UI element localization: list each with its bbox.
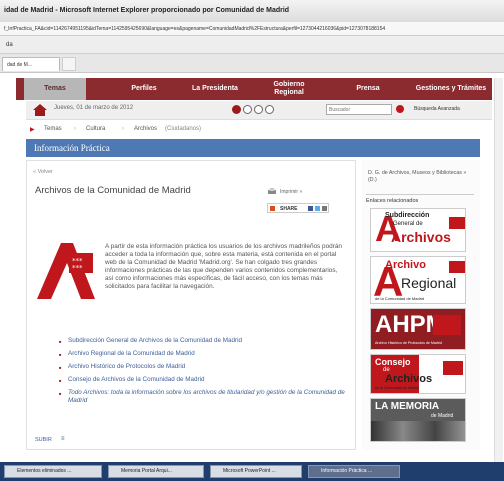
dg-archivos-link[interactable]: D. G. de Archivos, Museos y Bibliotecas … [368,170,472,184]
banner-ahpm[interactable]: AHPM Archivo Histórico de Protocolos de … [370,308,466,350]
svg-text:***: *** [72,264,83,272]
language-icon[interactable] [254,105,263,114]
taskbar-item-powerpoint[interactable]: Microsoft PowerPoint ... [210,465,302,478]
address-text[interactable]: f_InfPractica_FA&cid=1142674951195&idTem… [4,26,385,32]
accessibility-icon[interactable] [232,105,241,114]
nav-prensa[interactable]: Prensa [338,78,398,100]
nav-gestiones-tramites[interactable]: Gestiones y Trámites [412,78,490,100]
taskbar: Elementos eliminados ... Memoria Portal … [0,462,504,481]
link-consejo-archivos[interactable]: Consejo de Archivos de la Comunidad de M… [59,376,349,385]
taskbar-item-informacion[interactable]: Información Práctica ... [308,465,400,478]
breadcrumb-archivos[interactable]: Archivos [134,126,157,132]
intro-paragraph: A partir de esta información práctica lo… [105,243,342,290]
page-heading: Archivos de la Comunidad de Madrid [35,185,191,196]
right-column: D. G. de Archivos, Museos y Bibliotecas … [362,160,480,450]
banner-la-memoria[interactable]: LA MEMORIA de Madrid [370,398,466,442]
nav-temas[interactable]: Temas [24,78,86,100]
print-icon[interactable] [267,187,277,196]
breadcrumb-arrow-icon: ▶ [30,127,35,133]
madrid-flag-icon [443,361,463,375]
banner-archivo-regional[interactable]: A Archivo Regional de la Comunidad de Ma… [370,256,466,304]
share-button[interactable]: SHARE [267,203,329,213]
share-label: SHARE [280,205,298,212]
madrid-flag-icon [433,315,461,335]
links-list: Subdirección General de Archivos de la C… [59,337,349,410]
banner-subdireccion-archivos[interactable]: A Subdirección General de Archivos [370,208,466,252]
link-archivo-historico-protocolos[interactable]: Archivo Histórico de Protocolos de Madri… [59,363,349,372]
window-title-bar: idad de Madrid - Microsoft Internet Expl… [0,0,504,22]
madrid-flag-icon [449,217,465,229]
menu-item[interactable]: da [6,42,13,48]
banner-photo [371,421,465,441]
breadcrumb-separator-icon: › [74,126,76,132]
up-arrow-icon[interactable]: ≡ [61,436,65,442]
address-bar[interactable]: f_InfPractica_FA&cid=1142674951195&idTem… [0,22,504,36]
search-go-icon[interactable] [396,105,404,113]
breadcrumb-suffix: (Ciudadanos) [165,126,202,132]
link-todo-archivos[interactable]: Todo Archivos: toda la información sobre… [59,389,349,405]
facebook-icon [308,206,313,211]
font-size-icon[interactable] [243,105,252,114]
section-title: Información Práctica [34,143,110,153]
browser-tab[interactable]: dad de M... [2,57,60,71]
taskbar-item-elementos[interactable]: Elementos eliminados ... [4,465,102,478]
breadcrumb-temas[interactable]: Temas [44,126,62,132]
date-search-row: Jueves, 01 de marzo de 2012 Búsqueda Ava… [26,101,492,120]
twitter-icon [315,206,320,211]
more-icon [322,206,327,211]
print-link[interactable]: Imprimir » [280,189,302,195]
breadcrumb: ▶ Temas › Cultura › Archivos (Ciudadanos… [26,124,492,138]
nav-la-presidenta[interactable]: La Presidenta [182,78,248,100]
advanced-search-link[interactable]: Búsqueda Avanzada [414,106,460,112]
home-icon[interactable] [32,103,48,117]
taskbar-item-memoria[interactable]: Memoria Portal Arqui... [108,465,204,478]
main-nav: Temas Perfiles La Presidenta Gobierno Re… [16,78,492,100]
related-links-title: Enlaces relacionados [366,194,474,204]
search-input[interactable] [326,104,392,115]
link-archivo-regional[interactable]: Archivo Regional de la Comunidad de Madr… [59,350,349,359]
section-title-bar: Información Práctica [26,139,480,157]
vertical-scrollbar[interactable] [494,78,503,462]
comunidad-madrid-a-logo: ****** [37,243,95,299]
share-icon [270,206,275,211]
breadcrumb-separator-icon: › [122,126,124,132]
breadcrumb-cultura[interactable]: Cultura [86,126,105,132]
tab-bar: dad de M... [0,54,504,73]
new-tab-button[interactable] [62,57,76,71]
nav-perfiles[interactable]: Perfiles [112,78,176,100]
browser-tab-label: dad de M... [7,62,33,68]
madrid-flag-icon [449,261,465,273]
current-date: Jueves, 01 de marzo de 2012 [54,105,134,111]
help-icon[interactable] [265,105,274,114]
main-content: « Volver Archivos de la Comunidad de Mad… [26,160,356,450]
window-title: idad de Madrid - Microsoft Internet Expl… [4,7,290,14]
menu-bar: da [0,36,504,54]
banner-consejo-archivos[interactable]: Consejo de Archivos de la Comunidad de M… [370,354,466,394]
back-link[interactable]: « Volver [33,169,53,175]
link-subdireccion-general[interactable]: Subdirección General de Archivos de la C… [59,337,349,346]
subir-link[interactable]: SUBIR [35,437,52,443]
nav-gobierno-regional[interactable]: Gobierno Regional [260,78,318,100]
